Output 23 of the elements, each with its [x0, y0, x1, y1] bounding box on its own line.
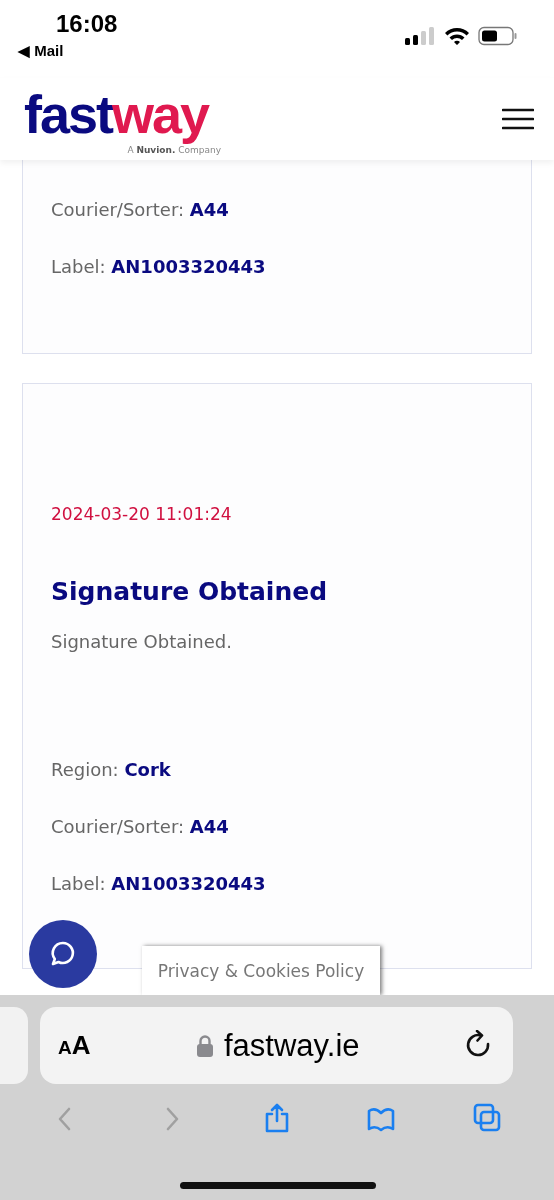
signal-icon — [404, 26, 434, 46]
menu-icon[interactable] — [502, 108, 534, 130]
back-to-mail-link[interactable]: ◀ Mail — [18, 42, 64, 60]
detail-field: Label: AN1003320443 — [51, 870, 503, 898]
event-description: Signature Obtained. — [51, 630, 233, 654]
detail-field: Region: Cork — [51, 756, 503, 784]
lock-icon — [196, 1033, 214, 1058]
tabs-icon[interactable] — [472, 1103, 503, 1133]
battery-icon — [478, 26, 518, 46]
chat-icon — [49, 940, 77, 968]
detail-field: Courier/Sorter: A44 — [51, 196, 503, 224]
event-title: Signature Obtained — [51, 576, 329, 608]
clock: 16:08 — [56, 10, 118, 38]
privacy-policy-tab[interactable]: Privacy & Cookies Policy — [142, 946, 380, 995]
detail-field: Label: AN1003320443 — [51, 253, 503, 281]
event-timestamp: 2024-03-20 11:01:24 — [51, 503, 233, 526]
wifi-icon — [444, 26, 470, 46]
text-size-button[interactable]: AA — [58, 1030, 91, 1061]
detail-field: Courier/Sorter: A44 — [51, 813, 503, 841]
address-bar[interactable]: AA fastway.ie — [40, 1007, 513, 1084]
logo-wordmark: fastway — [24, 82, 209, 145]
logo-tagline: A Nuvion. Company — [127, 144, 221, 156]
url-text: fastway.ie — [224, 1027, 360, 1064]
